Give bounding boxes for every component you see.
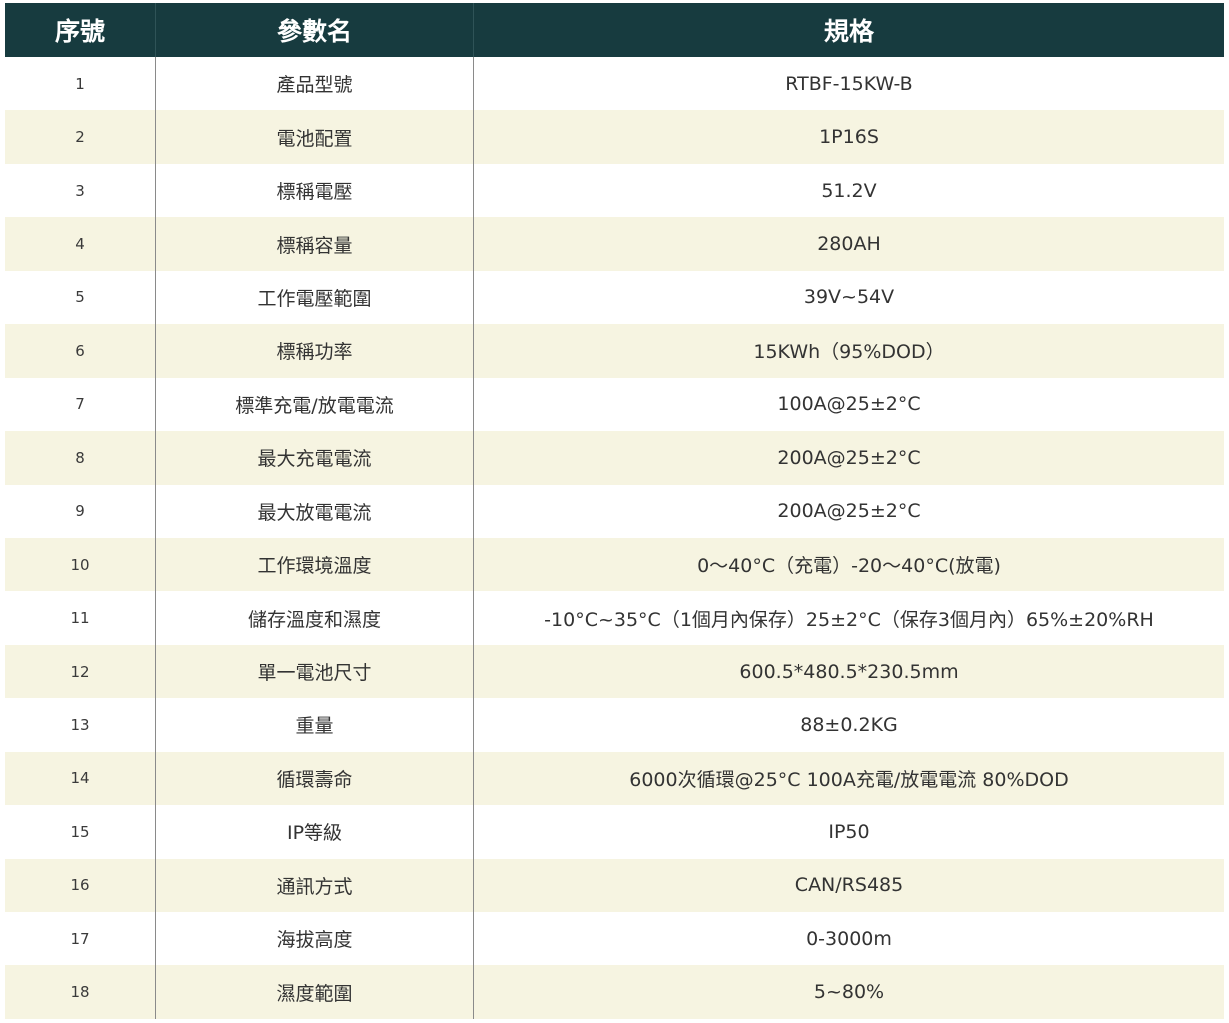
- row-spec-value: CAN/RS485: [794, 874, 904, 897]
- row-parameter-name: 通訊方式: [156, 858, 474, 912]
- row-parameter-name: IP等級: [156, 805, 474, 859]
- row-parameter-name: 電池配置: [156, 110, 474, 164]
- row-spec-value: 0-3000m: [806, 927, 892, 950]
- table-row: 13 重量 88±0.2KG: [5, 698, 1224, 752]
- table-row: 1 產品型號 RTBF-15KW-B: [5, 57, 1224, 111]
- row-parameter-name: 海拔高度: [156, 912, 474, 966]
- table-row: 12 單一電池尺寸 600.5*480.5*230.5mm: [5, 644, 1224, 699]
- table-row: 3 標稱電壓 51.2V: [5, 163, 1224, 218]
- row-spec-value: 6000次循環@25°C 100A充電/放電電流 80%DOD: [629, 768, 1069, 791]
- row-parameter-name: 標準充電/放電電流: [156, 377, 474, 432]
- row-parameter-name: 濕度範圍: [156, 965, 474, 1019]
- header-no: 序號: [5, 3, 156, 57]
- table-row: 6 標稱功率 15KWh（95%DOD）: [5, 324, 1224, 378]
- row-spec-value: 39V~54V: [803, 286, 895, 309]
- row-number: 16: [5, 858, 156, 912]
- row-spec-value: -10°C~35°C（1個月內保存）25±2°C（保存3個月內）65%±20%R…: [544, 608, 1154, 631]
- row-number: 18: [5, 965, 156, 1019]
- row-spec-value: 88±0.2KG: [800, 713, 898, 736]
- table-row: 17 海拔高度 0-3000m: [5, 912, 1224, 966]
- table-row: 15 IP等級 IP50: [5, 805, 1224, 859]
- row-spec-value: 51.2V: [821, 179, 877, 202]
- row-number: 13: [5, 698, 156, 752]
- row-parameter-name: 循環壽命: [156, 751, 474, 806]
- row-parameter-name: 標稱電壓: [156, 163, 474, 218]
- row-spec-value: 200A@25±2°C: [777, 500, 921, 523]
- table-row: 7 標準充電/放電電流 100A@25±2°C: [5, 377, 1224, 432]
- row-number: 11: [5, 591, 156, 645]
- table-row: 16 通訊方式 CAN/RS485: [5, 858, 1224, 912]
- row-parameter-name: 單一電池尺寸: [156, 644, 474, 699]
- row-parameter-name: 產品型號: [156, 57, 474, 111]
- row-parameter-name: 最大放電電流: [156, 484, 474, 538]
- row-parameter-name: 工作環境溫度: [156, 537, 474, 592]
- row-parameter-name: 儲存溫度和濕度: [156, 591, 474, 645]
- row-number: 6: [5, 324, 156, 378]
- table-row: 14 循環壽命 6000次循環@25°C 100A充電/放電電流 80%DOD: [5, 751, 1224, 806]
- row-number: 4: [5, 217, 156, 271]
- row-spec-value: 5~80%: [813, 981, 885, 1004]
- row-parameter-name: 標稱功率: [156, 324, 474, 378]
- row-number: 5: [5, 270, 156, 325]
- row-number: 1: [5, 57, 156, 111]
- table-header: 序號 參數名 規格: [5, 3, 1224, 57]
- table-row: 18 濕度範圍 5~80%: [5, 965, 1224, 1019]
- row-parameter-name: 工作電壓範圍: [156, 270, 474, 325]
- row-parameter-name: 最大充電電流: [156, 431, 474, 485]
- table-row: 9 最大放電電流 200A@25±2°C: [5, 484, 1224, 538]
- row-spec-value: RTBF-15KW-B: [785, 72, 913, 95]
- row-spec-value: 15KWh（95%DOD）: [753, 341, 945, 364]
- row-spec-value: 280AH: [817, 233, 881, 256]
- table-row: 11 儲存溫度和濕度 -10°C~35°C（1個月內保存）25±2°C（保存3個月內…: [5, 591, 1224, 645]
- row-spec-value: 600.5*480.5*230.5mm: [739, 660, 959, 683]
- row-number: 10: [5, 537, 156, 592]
- row-number: 7: [5, 377, 156, 432]
- row-parameter-name: 重量: [156, 698, 474, 752]
- row-number: 14: [5, 751, 156, 806]
- row-spec-value: 0～40°C（充電）-20～40°C(放電): [697, 555, 1001, 578]
- row-number: 17: [5, 912, 156, 966]
- table-row: 2 電池配置 1P16S: [5, 110, 1224, 164]
- row-spec-value: 200A@25±2°C: [777, 446, 921, 469]
- row-number: 8: [5, 431, 156, 485]
- row-parameter-name: 標稱容量: [156, 217, 474, 271]
- header-name: 參數名: [156, 3, 474, 57]
- row-number: 9: [5, 484, 156, 538]
- row-number: 15: [5, 805, 156, 859]
- spec-table: 序號 參數名 規格 1 產品型號 RTBF-15KW-B 2 電池配置 1P16S 3 標稱電…: [5, 3, 1224, 1019]
- table-row: 10 工作環境溫度 0～40°C（充電）-20～40°C(放電): [5, 537, 1224, 592]
- table-row: 4 標稱容量 280AH: [5, 217, 1224, 271]
- header-spec: 規格: [823, 17, 874, 46]
- row-number: 2: [5, 110, 156, 164]
- table-row: 8 最大充電電流 200A@25±2°C: [5, 431, 1224, 485]
- row-number: 12: [5, 644, 156, 699]
- row-spec-value: IP50: [828, 820, 870, 843]
- table-row: 5 工作電壓範圍 39V~54V: [5, 270, 1224, 325]
- row-spec-value: 1P16S: [819, 126, 879, 149]
- table-body: 1 產品型號 RTBF-15KW-B 2 電池配置 1P16S 3 標稱電壓 51.2V 4 標稱容…: [5, 57, 1224, 1019]
- row-spec-value: 100A@25±2°C: [777, 393, 921, 416]
- row-number: 3: [5, 163, 156, 218]
